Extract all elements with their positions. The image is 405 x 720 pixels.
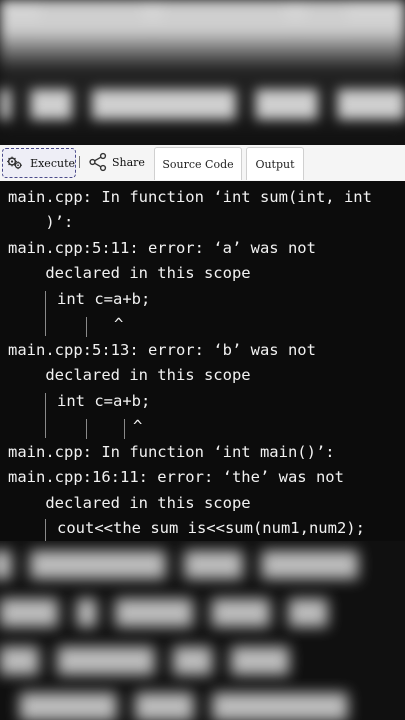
toolbar-divider: [79, 156, 80, 168]
share-icon: [89, 152, 107, 172]
output-line: main.cpp: In function ‘int sum(int, int: [8, 188, 372, 206]
tab-source-code[interactable]: Source Code: [154, 147, 242, 180]
source-snippet: int c=a+b;: [57, 290, 151, 308]
tab-output[interactable]: Output: [246, 147, 304, 180]
share-label: Share: [112, 155, 145, 169]
output-line: main.cpp:16:11: error: ‘the’ was not: [8, 468, 344, 486]
output-line: declared in this scope: [8, 264, 251, 282]
blurred-text-decoration: ▆▆▆▆▆ ▆▆▆▆▆▆ ▆▆: [40, 0, 348, 32]
tab-source-code-label: Source Code: [162, 157, 234, 171]
output-line: )’:: [8, 213, 74, 231]
blurred-header-background: ▆▆▆▆▆ ▆▆▆▆▆▆ ▆▆ ▆ ▆▆ ▆▆▆▆▆▆▆ ▆▆▆ ▆▆▆▆: [0, 0, 405, 145]
error-caret: ^: [114, 315, 124, 333]
share-button[interactable]: Share: [88, 150, 145, 174]
blurred-text-decoration: ▆ ▆▆▆▆▆▆▆ ▆▆▆ ▆▆▆▆▆: [0, 541, 359, 579]
blurred-text-decoration: ▆▆▆ ▆ ▆▆▆▆ ▆▆▆ ▆▆: [0, 589, 328, 627]
gutter-bar: [45, 291, 46, 336]
gutter-bar: [124, 419, 125, 439]
gutter-bar: [45, 519, 46, 541]
gutter-bar: [45, 393, 46, 438]
execute-label: Execute: [30, 156, 75, 170]
error-caret: ^: [133, 417, 143, 435]
blurred-footer-background: ▆ ▆▆▆▆▆▆▆ ▆▆▆ ▆▆▆▆▆ ▆▆▆ ▆ ▆▆▆▆ ▆▆▆ ▆▆ ▆▆…: [0, 541, 405, 720]
gutter-bar: [86, 317, 87, 337]
output-line: declared in this scope: [8, 366, 251, 384]
blurred-text-decoration: ▆ ▆▆ ▆▆▆▆▆▆▆ ▆▆▆ ▆▆▆▆: [0, 80, 405, 120]
output-line: main.cpp:5:13: error: ‘b’ was not: [8, 341, 316, 359]
blurred-text-decoration: ▆▆▆▆▆ ▆▆▆ ▆▆▆▆▆▆▆: [20, 683, 348, 720]
tab-output-label: Output: [255, 157, 295, 171]
output-line: main.cpp: In function ‘int main()’:: [8, 443, 335, 461]
source-snippet: int c=a+b;: [57, 392, 151, 410]
blurred-text-decoration: ▆▆ ▆▆▆▆▆ ▆▆ ▆▆▆: [0, 637, 289, 675]
editor-toolbar: Execute Share Source Code Output: [0, 145, 405, 182]
output-line: main.cpp:5:11: error: ‘a’ was not: [8, 239, 316, 257]
source-snippet: cout<<the sum is<<sum(num1,num2);: [57, 519, 365, 537]
execute-button[interactable]: Execute: [2, 148, 76, 178]
output-line: declared in this scope: [8, 494, 251, 512]
gutter-bar: [86, 419, 87, 439]
output-console: main.cpp: In function ‘int sum(int, int …: [0, 181, 405, 541]
gears-icon: [7, 156, 22, 170]
